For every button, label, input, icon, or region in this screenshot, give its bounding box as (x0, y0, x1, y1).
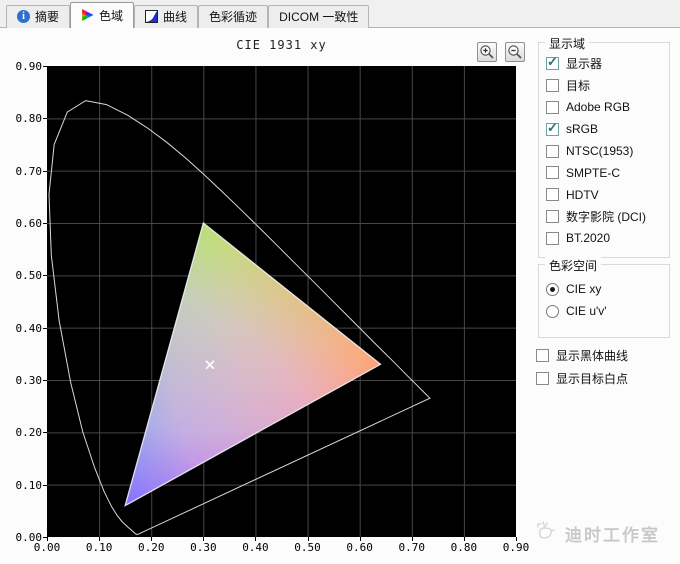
checkbox-srgb-label: sRGB (566, 122, 599, 137)
y-tick (43, 170, 47, 172)
checkbox-dci-box[interactable] (546, 209, 559, 223)
y-tick-label: 0.10 (15, 478, 43, 492)
checkbox-adobe-rgb-label: Adobe RGB (566, 100, 631, 115)
y-tick-label: 0.70 (15, 164, 43, 178)
tab-gamut[interactable]: 色域 (70, 2, 135, 28)
checkbox-smpte-c-label: SMPTE-C (566, 165, 620, 180)
zoom-out-button[interactable] (505, 42, 525, 62)
x-tick-label: 0.00 (33, 541, 61, 554)
chromaticity-svg (47, 66, 516, 537)
checkbox-monitor[interactable]: ✓ 显示器 (546, 53, 669, 75)
curve-icon (145, 10, 159, 23)
x-tick-label: 0.30 (190, 541, 217, 554)
checkbox-hdtv-label: HDTV (566, 187, 599, 202)
tab-bar: i 摘要 色域 曲线 色彩循迹 DICOM 一致性 (0, 0, 680, 28)
checkbox-target-box[interactable] (546, 79, 559, 93)
gamut-icon (82, 9, 94, 21)
checkbox-srgb-box[interactable]: ✓ (546, 119, 559, 136)
checkbox-adobe-rgb[interactable]: Adobe RGB (546, 97, 669, 119)
radio-cie-xy[interactable]: CIE xy (546, 278, 669, 300)
tab-dicom-label: DICOM 一致性 (279, 10, 359, 24)
checkbox-show-target-white-point-box[interactable] (536, 372, 549, 385)
y-tick-label: 0.80 (15, 112, 43, 126)
y-tick (43, 432, 47, 434)
y-tick (43, 380, 47, 381)
checkbox-monitor-label: 显示器 (566, 57, 603, 72)
chart-plot-area (47, 66, 516, 537)
y-tick (43, 223, 47, 224)
checkbox-show-target-white-point[interactable]: 显示目标白点 (536, 367, 628, 390)
content-area: CIE 1931 xy 0.00 0.10 0.20 0.30 0.40 0.50 0.60… (0, 28, 680, 564)
watermark: 迪时工作室 (531, 516, 660, 551)
checkbox-show-target-white-point-label: 显示目标白点 (556, 372, 629, 386)
x-tick-label: 0.50 (294, 541, 321, 554)
checkbox-dci-label: 数字影院 (DCI) (566, 209, 646, 224)
tab-curves-label: 曲线 (163, 10, 188, 24)
radio-cie-uv-button[interactable] (546, 304, 559, 318)
checkbox-monitor-box[interactable]: ✓ (546, 54, 559, 71)
checkbox-bt2020-box[interactable] (546, 231, 559, 245)
y-tick-label: 0.50 (15, 269, 43, 283)
checkbox-ntsc-1953[interactable]: NTSC(1953) (546, 140, 669, 162)
checkbox-srgb[interactable]: ✓ sRGB (546, 118, 669, 140)
radio-cie-uv[interactable]: CIE u'v' (546, 300, 669, 322)
watermark-text: 迪时工作室 (565, 526, 660, 545)
y-tick-label: 0.40 (15, 321, 43, 335)
tab-color-tracking-label: 色彩循迹 (209, 10, 258, 24)
radio-cie-xy-label: CIE xy (566, 282, 602, 296)
checkbox-bt2020[interactable]: BT.2020 (546, 227, 669, 249)
magnifier-plus-icon (479, 44, 495, 60)
radio-cie-xy-button[interactable] (546, 282, 559, 296)
studio-logo-icon (531, 516, 561, 551)
checkbox-bt2020-label: BT.2020 (566, 231, 611, 246)
x-tick-label: 0.80 (450, 541, 478, 554)
y-tick-label: 0.90 (15, 60, 43, 73)
y-tick-label: 0.20 (15, 426, 43, 440)
checkbox-target-label: 目标 (566, 79, 591, 94)
y-tick (43, 327, 47, 329)
tab-summary[interactable]: i 摘要 (6, 5, 71, 28)
checkbox-hdtv-box[interactable] (546, 188, 559, 202)
y-tick-label: 0.60 (15, 217, 43, 230)
tab-dicom[interactable]: DICOM 一致性 (268, 5, 370, 28)
checkbox-ntsc-1953-label: NTSC(1953) (566, 144, 634, 159)
check-icon: ✓ (547, 54, 558, 70)
color-space-group: 色彩空间 CIE xy CIE u'v' (538, 257, 670, 338)
checkbox-target[interactable]: 目标 (546, 75, 669, 97)
checkbox-ntsc-1953-box[interactable] (546, 144, 559, 158)
checkbox-show-blackbody-curve-label: 显示黑体曲线 (556, 349, 629, 363)
zoom-in-button[interactable] (477, 42, 497, 62)
x-tick-label: 0.10 (85, 541, 113, 554)
checkbox-hdtv[interactable]: HDTV (546, 184, 669, 206)
checkbox-show-blackbody-curve[interactable]: 显示黑体曲线 (536, 344, 628, 367)
checkbox-show-blackbody-curve-box[interactable] (536, 349, 549, 362)
y-tick-label: 0.30 (15, 374, 43, 387)
tab-color-tracking[interactable]: 色彩循迹 (198, 5, 269, 28)
chart-title: CIE 1931 xy (236, 38, 327, 52)
y-tick (43, 484, 47, 486)
tab-summary-label: 摘要 (35, 10, 60, 24)
radio-cie-uv-label: CIE u'v' (566, 304, 607, 318)
x-tick-label: 0.20 (137, 541, 165, 554)
gamut-triangle-fill (125, 223, 381, 506)
checkbox-smpte-c-box[interactable] (546, 166, 559, 180)
checkbox-dci[interactable]: 数字影院 (DCI) (546, 206, 669, 228)
checkbox-adobe-rgb-box[interactable] (546, 100, 559, 114)
x-tick-label: 0.40 (242, 541, 269, 554)
x-tick-label: 0.70 (398, 541, 426, 554)
x-tick-label: 0.60 (346, 541, 373, 554)
display-gamuts-group: 显示域 ✓ 显示器目标 Adobe RGB ✓ sRGB NTSC(1953) SMPTE-… (538, 35, 670, 258)
magnifier-minus-icon (507, 44, 523, 60)
color-space-legend: 色彩空间 (545, 257, 602, 274)
check-icon: ✓ (547, 119, 558, 135)
checkbox-smpte-c[interactable]: SMPTE-C (546, 162, 669, 184)
y-tick (43, 275, 47, 277)
tab-gamut-label: 色域 (99, 8, 124, 23)
y-tick (43, 66, 47, 67)
display-gamuts-legend: 显示域 (545, 35, 590, 52)
tab-curves[interactable]: 曲线 (134, 5, 199, 28)
y-tick (43, 118, 47, 120)
info-icon: i (17, 10, 30, 23)
